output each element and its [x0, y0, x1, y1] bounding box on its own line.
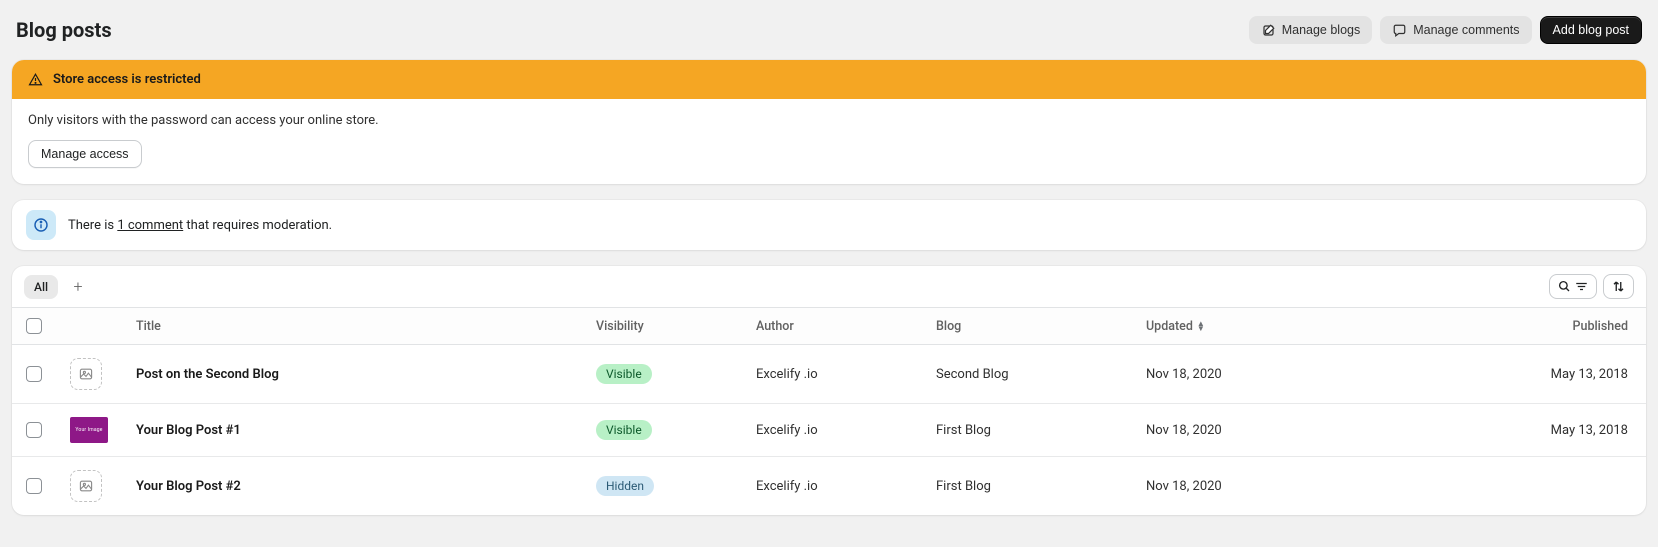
- row-updated: Nov 18, 2020: [1132, 345, 1342, 404]
- warning-icon: [28, 72, 43, 87]
- manage-blogs-label: Manage blogs: [1282, 23, 1361, 37]
- visibility-badge: Visible: [596, 420, 652, 440]
- row-checkbox[interactable]: [26, 478, 42, 494]
- row-checkbox[interactable]: [26, 422, 42, 438]
- manage-blogs-button[interactable]: Manage blogs: [1249, 16, 1373, 44]
- row-title[interactable]: Your Blog Post #1: [136, 423, 241, 438]
- row-published: May 13, 2018: [1342, 345, 1646, 404]
- page-title: Blog posts: [16, 18, 112, 42]
- plus-icon: +: [74, 277, 83, 296]
- column-title[interactable]: Title: [122, 308, 582, 345]
- column-updated[interactable]: Updated ▲▼: [1132, 308, 1342, 345]
- edit-icon: [1261, 23, 1276, 38]
- image-placeholder-icon: [70, 470, 102, 502]
- info-suffix: that requires moderation.: [183, 218, 332, 233]
- row-author: Excelify .io: [742, 457, 922, 516]
- tab-all-label: All: [34, 280, 48, 294]
- row-published: [1342, 457, 1646, 516]
- manage-comments-button[interactable]: Manage comments: [1380, 16, 1531, 44]
- table-row[interactable]: Your Blog Post #2 Hidden Excelify .ioFirst…: [12, 457, 1646, 516]
- search-filter-button[interactable]: [1549, 274, 1597, 299]
- table-row[interactable]: Post on the Second Blog Visible Excelify .…: [12, 345, 1646, 404]
- add-blog-post-label: Add blog post: [1553, 23, 1629, 37]
- row-blog: First Blog: [922, 457, 1132, 516]
- comment-icon: [1392, 23, 1407, 38]
- row-author: Excelify .io: [742, 404, 922, 457]
- header-actions: Manage blogs Manage comments Add blog po…: [1249, 16, 1642, 44]
- manage-access-button[interactable]: Manage access: [28, 140, 142, 168]
- column-blog[interactable]: Blog: [922, 308, 1132, 345]
- row-published: May 13, 2018: [1342, 404, 1646, 457]
- manage-comments-label: Manage comments: [1413, 23, 1519, 37]
- image-placeholder-icon: [70, 358, 102, 390]
- row-updated: Nov 18, 2020: [1132, 404, 1342, 457]
- posts-table: Title Visibility Author Blog Updated ▲▼ …: [12, 307, 1646, 515]
- row-title[interactable]: Your Blog Post #2: [136, 479, 241, 494]
- row-author: Excelify .io: [742, 345, 922, 404]
- alert-message: Only visitors with the password can acce…: [28, 113, 1630, 128]
- visibility-badge: Visible: [596, 364, 652, 384]
- page-header: Blog posts Manage blogs Manage comments …: [12, 16, 1646, 44]
- row-updated: Nov 18, 2020: [1132, 457, 1342, 516]
- filter-icon: [1574, 279, 1589, 294]
- add-view-button[interactable]: +: [66, 275, 90, 299]
- info-text: There is 1 comment that requires moderat…: [68, 218, 332, 233]
- row-blog: First Blog: [922, 404, 1132, 457]
- tabs-row: All +: [12, 266, 1646, 307]
- alert-body: Only visitors with the password can acce…: [12, 99, 1646, 184]
- alert-title: Store access is restricted: [53, 72, 201, 87]
- table-row[interactable]: Your Image Your Blog Post #1 Visible Exceli…: [12, 404, 1646, 457]
- visibility-badge: Hidden: [596, 476, 654, 496]
- row-checkbox[interactable]: [26, 366, 42, 382]
- select-all-checkbox[interactable]: [26, 318, 42, 334]
- row-thumbnail: Your Image: [70, 417, 108, 443]
- info-prefix: There is: [68, 218, 117, 233]
- moderation-info-banner: There is 1 comment that requires moderat…: [12, 200, 1646, 250]
- search-icon: [1557, 279, 1572, 294]
- sort-button[interactable]: [1603, 274, 1634, 299]
- sort-indicator-icon: ▲▼: [1197, 321, 1205, 331]
- manage-access-label: Manage access: [41, 147, 129, 161]
- tab-all[interactable]: All: [24, 275, 58, 299]
- column-visibility[interactable]: Visibility: [582, 308, 742, 345]
- row-blog: Second Blog: [922, 345, 1132, 404]
- column-published[interactable]: Published: [1342, 308, 1646, 345]
- posts-table-card: All +: [12, 266, 1646, 515]
- column-author[interactable]: Author: [742, 308, 922, 345]
- column-updated-label: Updated: [1146, 319, 1193, 334]
- info-comment-link[interactable]: 1 comment: [117, 218, 183, 233]
- row-title[interactable]: Post on the Second Blog: [136, 367, 279, 382]
- sort-icon: [1611, 279, 1626, 294]
- info-icon: [26, 210, 56, 240]
- add-blog-post-button[interactable]: Add blog post: [1540, 16, 1642, 44]
- restricted-access-alert: Store access is restricted Only visitors…: [12, 60, 1646, 184]
- alert-header: Store access is restricted: [12, 60, 1646, 99]
